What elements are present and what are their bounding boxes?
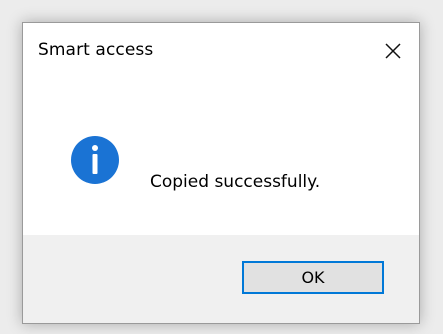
ok-button[interactable]: OK: [242, 261, 384, 294]
dialog-titlebar: Smart access: [23, 23, 419, 81]
dialog-footer: OK: [23, 235, 419, 323]
dialog-content: Copied successfully.: [23, 81, 419, 235]
close-icon: [385, 43, 401, 59]
close-button[interactable]: [377, 35, 409, 67]
dialog-message: Copied successfully.: [150, 172, 321, 192]
message-dialog: Smart access Copied successfully. OK: [22, 22, 420, 324]
dialog-title: Smart access: [38, 40, 154, 60]
info-icon: [71, 136, 119, 184]
